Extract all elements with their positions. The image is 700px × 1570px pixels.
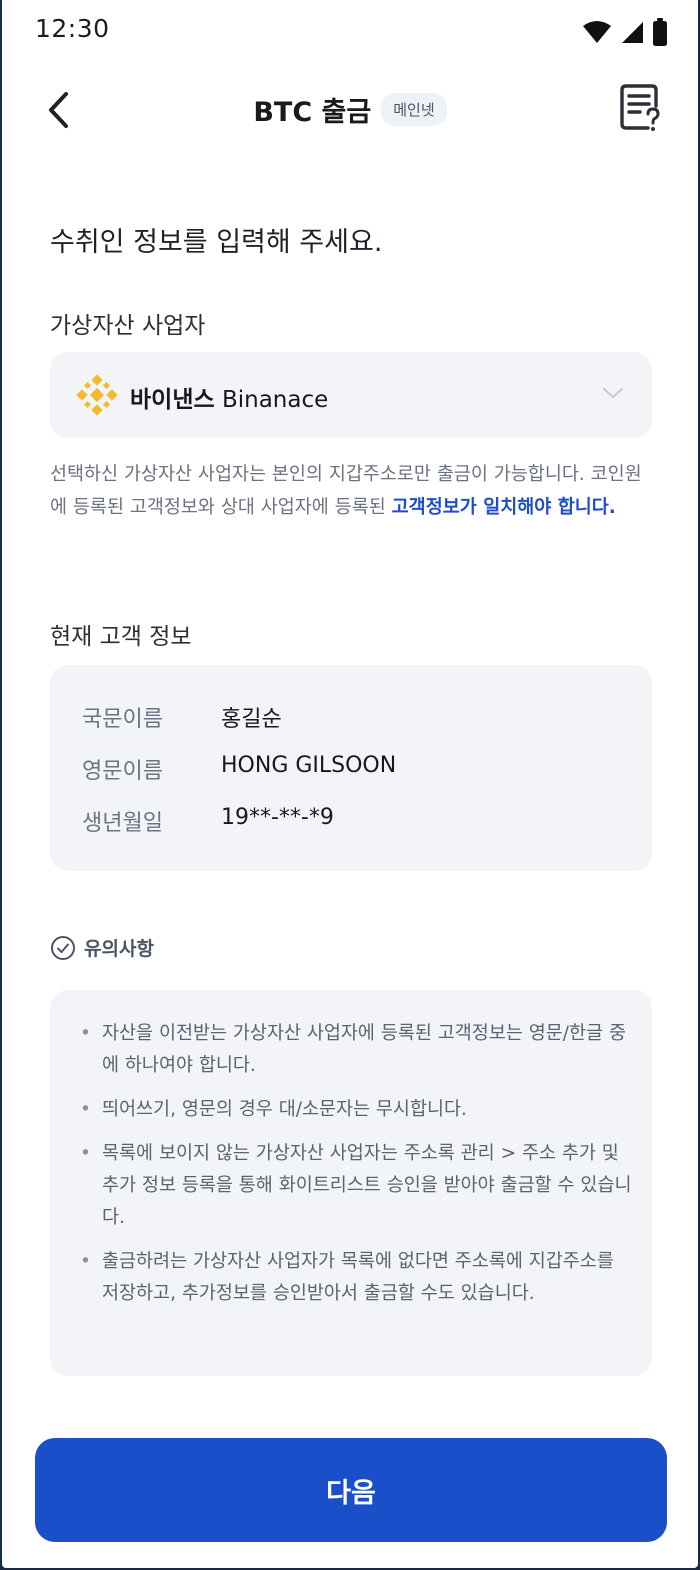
- caution-card: 자산을 이전받는 가상자산 사업자에 등록된 고객정보는 영문/한글 중에 하나…: [50, 990, 652, 1376]
- page-title: BTC 출금: [253, 97, 372, 128]
- provider-name-ko: 바이낸스: [130, 387, 215, 413]
- next-button[interactable]: 다음: [35, 1438, 667, 1542]
- battery-icon: [653, 18, 667, 46]
- withdraw-screen: 12:30 BTC 출금 메인넷 수취인 정보를 입력해 주세요. 가상자산 사…: [2, 0, 698, 1568]
- caution-title: 유의사항: [84, 938, 154, 960]
- help-guide-button[interactable]: [618, 82, 664, 136]
- caution-item: 출금하려는 가상자산 사업자가 목록에 없다면 주소록에 지갑주소를 저장하고,…: [80, 1246, 632, 1310]
- customer-info-card: 국문이름 홍길순 영문이름 HONG GILSOON 생년월일 19**-**-…: [50, 665, 652, 871]
- page-headline: 수취인 정보를 입력해 주세요.: [50, 227, 383, 258]
- provider-select[interactable]: 바이낸스 Binanace: [50, 352, 652, 438]
- status-icons: [582, 18, 668, 46]
- header-title-group: BTC 출금 메인넷: [2, 90, 698, 129]
- info-row-birthdate: 생년월일 19**-**-*9: [82, 805, 334, 837]
- info-key: 국문이름: [82, 707, 163, 732]
- provider-section-label: 가상자산 사업자: [50, 313, 206, 339]
- check-circle-icon: [51, 935, 75, 960]
- info-key: 영문이름: [82, 759, 163, 784]
- binance-logo-icon: [76, 374, 118, 416]
- document-help-icon: [620, 84, 660, 131]
- caution-item: 띄어쓰기, 영문의 경우 대/소문자는 무시합니다.: [80, 1094, 632, 1126]
- cellular-signal-icon: [622, 22, 643, 43]
- caution-list: 자산을 이전받는 가상자산 사업자에 등록된 고객정보는 영문/한글 중에 하나…: [80, 1018, 632, 1322]
- status-time: 12:30: [35, 14, 110, 43]
- info-row-english-name: 영문이름 HONG GILSOON: [82, 753, 396, 785]
- wifi-icon: [583, 21, 611, 43]
- caution-item: 목록에 보이지 않는 가상자산 사업자는 주소록 관리 > 주소 추가 및 추가…: [80, 1138, 632, 1234]
- info-key: 생년월일: [82, 811, 163, 836]
- status-bar: 12:30: [2, 0, 698, 64]
- provider-name-en: Binanace: [221, 387, 329, 413]
- chevron-down-icon: [603, 388, 623, 398]
- caution-item: 자산을 이전받는 가상자산 사업자에 등록된 고객정보는 영문/한글 중에 하나…: [80, 1018, 632, 1082]
- info-value: 홍길순: [221, 707, 282, 732]
- info-row-korean-name: 국문이름 홍길순: [82, 701, 282, 733]
- provider-notice-highlight: 고객정보가 일치해야 합니다.: [391, 497, 616, 518]
- customer-info-label: 현재 고객 정보: [50, 624, 192, 650]
- info-value: HONG GILSOON: [221, 753, 397, 778]
- caution-header: 유의사항: [50, 934, 154, 961]
- info-value: 19**-**-*9: [221, 805, 334, 830]
- network-badge: 메인넷: [381, 93, 447, 126]
- provider-name: 바이낸스 Binanace: [130, 380, 328, 414]
- app-header: BTC 출금 메인넷: [2, 70, 698, 150]
- provider-notice: 선택하신 가상자산 사업자는 본인의 지갑주소로만 출금이 가능합니다. 코인원…: [50, 458, 652, 524]
